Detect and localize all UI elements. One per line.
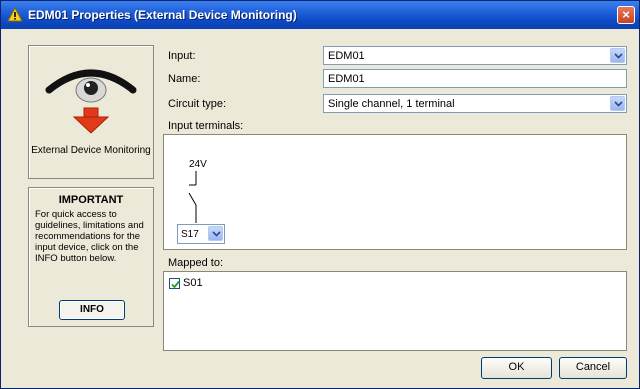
input-select[interactable]: EDM01 — [323, 46, 627, 65]
important-text: For quick access to guidelines, limitati… — [35, 209, 144, 264]
input-label: Input: — [168, 50, 196, 62]
mapped-checkbox[interactable] — [169, 278, 180, 289]
device-graphic — [43, 60, 139, 136]
voltage-label: 24V — [189, 159, 207, 170]
important-panel: IMPORTANT For quick access to guidelines… — [28, 187, 154, 327]
chevron-down-icon[interactable] — [610, 96, 625, 111]
device-panel: External Device Monitoring — [28, 45, 154, 179]
close-button[interactable]: × — [617, 6, 635, 24]
checkmark-icon — [171, 280, 180, 289]
ok-button[interactable]: OK — [481, 357, 552, 379]
name-label: Name: — [168, 73, 201, 85]
important-title: IMPORTANT — [58, 194, 124, 206]
title-bar[interactable]: EDM01 Properties (External Device Monito… — [1, 1, 639, 29]
cancel-button[interactable]: Cancel — [559, 357, 627, 379]
window-title: EDM01 Properties (External Device Monito… — [28, 8, 297, 22]
mapped-item-label: S01 — [183, 277, 203, 289]
name-field[interactable]: EDM01 — [323, 69, 627, 88]
terminal-select-value: S17 — [181, 229, 199, 240]
chevron-down-icon[interactable] — [610, 48, 625, 63]
input-select-value: EDM01 — [328, 50, 365, 62]
close-icon: × — [622, 7, 630, 22]
red-down-arrow-icon — [72, 107, 110, 134]
info-button[interactable]: INFO — [59, 300, 125, 320]
chevron-down-icon[interactable] — [208, 226, 223, 241]
name-field-value: EDM01 — [328, 73, 365, 85]
switch-contact-icon — [188, 171, 197, 223]
properties-dialog: EDM01 Properties (External Device Monito… — [0, 0, 640, 389]
circuit-type-value: Single channel, 1 terminal — [328, 98, 455, 110]
input-terminals-panel: 24V S17 — [163, 134, 627, 250]
circuit-type-label: Circuit type: — [168, 98, 227, 110]
warning-triangle-icon — [7, 6, 23, 22]
input-terminals-label: Input terminals: — [168, 120, 244, 132]
mapped-to-label: Mapped to: — [168, 257, 224, 269]
terminal-select[interactable]: S17 — [177, 224, 225, 244]
circuit-type-select[interactable]: Single channel, 1 terminal — [323, 94, 627, 113]
device-type-label: External Device Monitoring — [31, 145, 151, 156]
mapped-to-list: S01 — [163, 271, 627, 351]
